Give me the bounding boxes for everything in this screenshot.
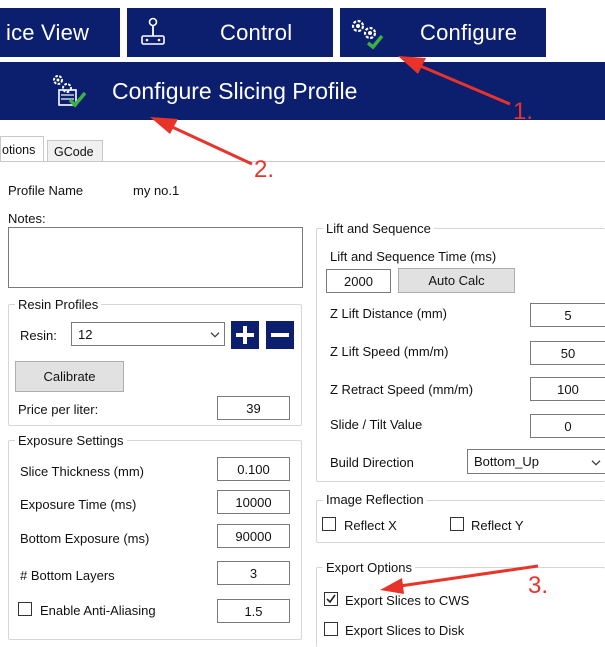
annotation-label-1: 1.	[513, 98, 534, 125]
annotation-arrows	[150, 56, 539, 594]
annotation-arrow-2	[169, 124, 253, 166]
annotation-arrowhead-1	[398, 56, 426, 74]
annotation-arrowhead-2	[150, 117, 178, 134]
annotation-arrow-3	[399, 564, 539, 588]
annotation-arrow-1	[417, 63, 511, 106]
annotation-label-2: 2.	[254, 156, 275, 183]
annotation-label-3: 3.	[528, 572, 549, 599]
annotation-arrowhead-3	[380, 578, 404, 594]
